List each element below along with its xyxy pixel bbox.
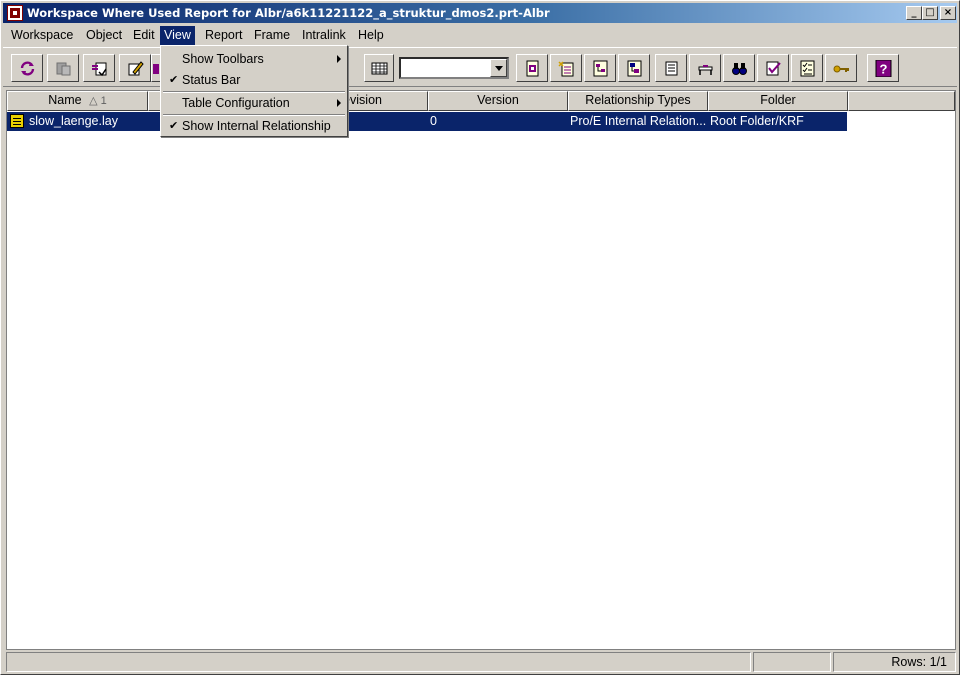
frame-button[interactable] [689,54,721,82]
column-header-filler [848,91,955,111]
checkmark-icon: ✔ [169,74,179,86]
edit-icon [128,61,144,76]
refresh-icon [20,61,35,76]
find-icon [732,63,747,75]
checkmark-icon: ✔ [169,120,179,132]
check-in-button[interactable] [47,54,79,82]
verify-button[interactable] [757,54,789,82]
new-object-icon [558,61,574,77]
refresh-button[interactable] [11,54,43,82]
menu-item-table-configuration[interactable]: Table Configuration [163,93,345,113]
view-menu-dropdown: Show Toolbars ✔ Status Bar Table Configu… [160,45,348,137]
table-header: Name △ 1 Revision Version Relationship T… [7,91,955,111]
cell-folder: Root Folder/KRF [710,114,804,128]
report-window: Workspace Where Used Report for Albr/a6k… [0,0,960,675]
column-header-folder[interactable]: Folder [708,91,848,111]
verify-icon [766,61,781,76]
menu-workspace[interactable]: Workspace [7,26,77,45]
status-bar: Rows: 1/1 [3,652,957,672]
structure-icon [593,60,608,77]
menu-bar: Workspace Object Edit View Report Frame … [3,25,957,45]
menu-item-label: Show Internal Relationship [182,119,331,133]
row-count: Rows: 1/1 [833,652,956,672]
menu-item-label: Table Configuration [182,96,290,110]
update-icon [92,62,107,77]
filter-dropdown[interactable] [399,57,509,79]
where-used-table[interactable]: Name △ 1 Revision Version Relationship T… [6,90,956,650]
chevron-down-icon[interactable] [490,59,507,77]
title-bar[interactable]: Workspace Where Used Report for Albr/a6k… [3,3,957,23]
checklist-button[interactable] [791,54,823,82]
table-icon [371,62,388,75]
menu-item-show-toolbars[interactable]: Show Toolbars [163,49,345,69]
column-header-name[interactable]: Name △ 1 [7,91,148,111]
menu-item-status-bar[interactable]: ✔ Status Bar [163,70,345,90]
cell-version: 0 [430,114,437,128]
update-button[interactable] [83,54,115,82]
column-label-name: Name [48,93,82,107]
column-header-relationship-types[interactable]: Relationship Types [568,91,708,111]
menu-frame[interactable]: Frame [250,26,294,45]
sort-indicator: △ 1 [89,95,107,107]
where-used-icon [627,60,642,77]
help-button[interactable]: ? [867,54,899,82]
where-used-button[interactable] [618,54,650,82]
minimize-button[interactable]: _ [906,6,922,20]
menu-item-label: Status Bar [182,73,241,87]
menu-object[interactable]: Object [82,26,126,45]
close-button[interactable]: × [940,6,956,20]
edit-button[interactable] [119,54,151,82]
menu-report[interactable]: Report [201,26,247,45]
menu-item-label: Show Toolbars [182,52,264,66]
cell-name: slow_laenge.lay [29,114,118,128]
layout-file-icon [10,114,24,128]
menu-edit[interactable]: Edit [129,26,159,45]
window-title: Workspace Where Used Report for Albr/a6k… [27,6,550,20]
checklist-icon [800,60,815,77]
toolbar: ? [3,47,957,87]
menu-view[interactable]: View [160,26,195,45]
table-view-button[interactable] [364,54,394,82]
table-row[interactable]: slow_laenge.lay 0 Pro/E Internal Relatio… [7,112,847,131]
structure-button[interactable] [584,54,616,82]
status-message-panel [6,652,751,672]
app-icon[interactable] [7,5,23,21]
submenu-arrow-icon [337,55,341,63]
check-in-icon [56,62,71,76]
svg-text:?: ? [880,62,888,77]
column-header-version[interactable]: Version [428,91,568,111]
report-icon [665,61,678,76]
menu-item-show-internal-relationship[interactable]: ✔ Show Internal Relationship [163,116,345,136]
maximize-button[interactable]: □ [922,6,938,20]
find-button[interactable] [723,54,755,82]
menu-help[interactable]: Help [354,26,388,45]
menu-intralink[interactable]: Intralink [298,26,350,45]
status-secondary-panel [753,652,831,672]
key-icon [833,65,849,73]
object-info-button[interactable] [516,54,548,82]
frame-icon [698,65,713,75]
cell-relationship-types: Pro/E Internal Relation... [570,114,707,128]
object-info-icon [526,60,539,77]
help-icon: ? [875,60,892,77]
report-button[interactable] [655,54,687,82]
key-button[interactable] [825,54,857,82]
new-object-button[interactable] [550,54,582,82]
submenu-arrow-icon [337,99,341,107]
